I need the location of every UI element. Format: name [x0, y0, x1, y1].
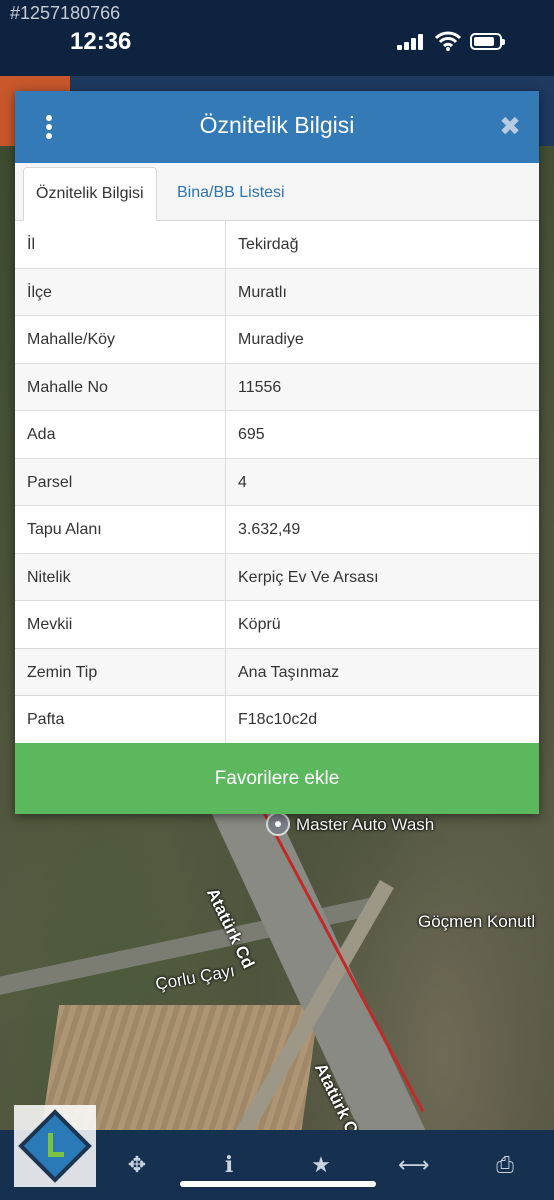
attribute-value: Köprü [238, 616, 281, 633]
table-row: Mahalle No 11556 [15, 363, 539, 411]
attribute-key: Nitelik [15, 553, 226, 600]
attribute-value: Muradiye [238, 331, 304, 348]
dialog-tabs: Öznitelik Bilgisi Bina/BB Listesi [15, 163, 539, 221]
attribute-value: Muratlı [238, 283, 287, 301]
attribute-value: 11556 [238, 378, 282, 396]
table-row: Pafta F18c10c2d [15, 696, 539, 744]
map-label: Göçmen Konutl [418, 912, 536, 931]
dialog-title: Öznitelik Bilgisi [199, 112, 355, 138]
move-icon[interactable]: ✥ [122, 1150, 152, 1180]
attribute-value: Tekirdağ [238, 236, 299, 253]
print-icon[interactable]: ⎙ [490, 1150, 520, 1180]
attribute-key: Mahalle No [15, 363, 226, 410]
table-row: Tapu Alanı 3.632,49 [15, 506, 539, 554]
attribute-value: 3.632,49 [238, 521, 301, 538]
table-row: İlçe Muratlı [15, 268, 539, 316]
attribute-key: Zemin Tip [15, 648, 226, 695]
home-indicator[interactable] [180, 1181, 376, 1187]
attribute-table: İl Tekirdağ İlçe Muratlı Mahalle/Köy Mur… [15, 221, 539, 744]
measure-icon[interactable]: ⟷ [398, 1150, 430, 1180]
table-row: Mahalle/Köy Muradiye [15, 316, 539, 364]
table-row: Ada 695 [15, 411, 539, 459]
attribute-key: Pafta [15, 696, 226, 743]
place-pin-icon[interactable] [266, 812, 290, 836]
table-row: Parsel 4 [15, 458, 539, 506]
attribute-key: Mevkii [15, 601, 226, 648]
cellular-signal-icon [397, 34, 425, 50]
attribute-key: Mahalle/Köy [15, 316, 226, 363]
attribute-dialog: Öznitelik Bilgisi ✖ Öznitelik Bilgisi Bi… [15, 91, 539, 814]
table-row: Zemin Tip Ana Taşınmaz [15, 648, 539, 696]
watermark-text: #1257180766 [10, 3, 121, 23]
tab-attributes[interactable]: Öznitelik Bilgisi [23, 167, 157, 221]
table-row: Nitelik Kerpiç Ev Ve Arsası [15, 553, 539, 601]
attribute-key: Tapu Alanı [15, 506, 226, 553]
info-icon[interactable]: i [214, 1150, 244, 1180]
attribute-key: Ada [15, 411, 226, 458]
wifi-icon [435, 31, 461, 51]
status-time: 12:36 [70, 28, 132, 55]
table-row: İl Tekirdağ [15, 221, 539, 269]
add-to-favorites-button[interactable]: Favorilere ekle [15, 743, 539, 814]
map-label: Master Auto Wash [296, 815, 435, 834]
tab-building-list[interactable]: Bina/BB Listesi [165, 167, 297, 221]
attribute-key: İlçe [15, 268, 226, 315]
attribute-value: 4 [238, 473, 247, 491]
close-icon[interactable]: ✖ [498, 113, 522, 139]
attribute-value: Kerpiç Ev Ve Arsası [238, 568, 379, 586]
star-icon[interactable]: ★ [306, 1150, 336, 1180]
attribute-key: Parsel [15, 458, 226, 505]
dialog-header: Öznitelik Bilgisi ✖ [15, 91, 539, 163]
attribute-value: 695 [238, 426, 265, 443]
attribute-value: Ana Taşınmaz [238, 663, 340, 681]
attribute-key: İl [15, 221, 226, 268]
status-bar: #1257180766 12:36 [0, 0, 554, 76]
map-label: Çorlu Çayı [153, 961, 237, 994]
battery-icon [470, 33, 505, 50]
app-logo [14, 1105, 96, 1187]
attribute-value: F18c10c2d [238, 711, 318, 728]
table-row: Mevkii Köprü [15, 601, 539, 649]
